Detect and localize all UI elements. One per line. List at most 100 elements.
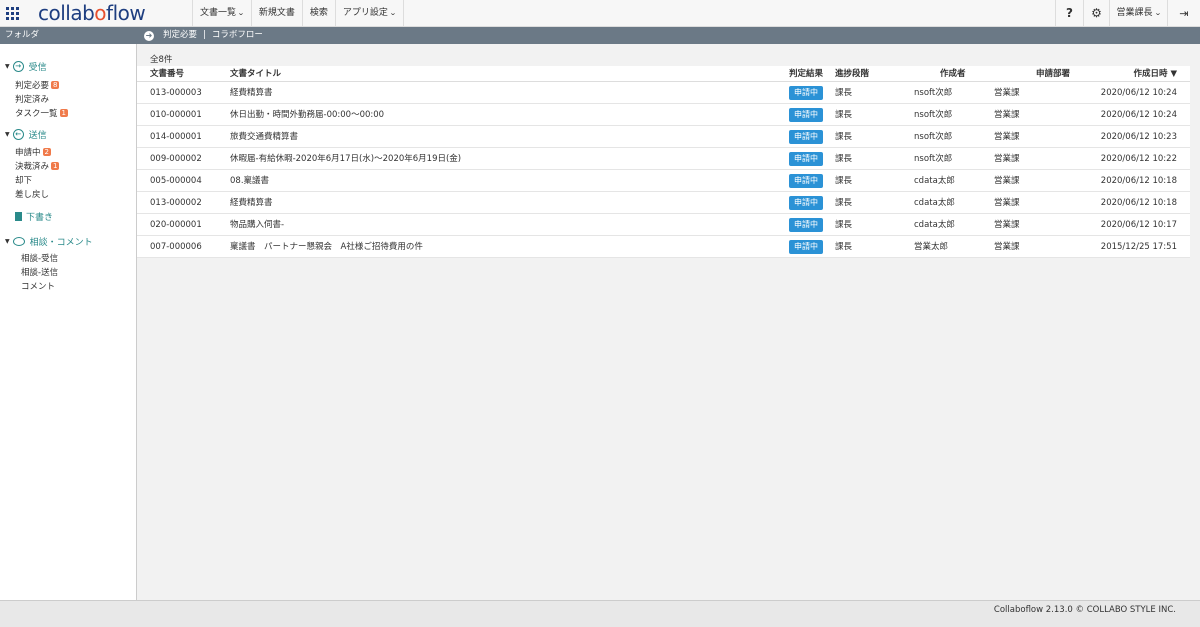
- column-header-author[interactable]: 作成者: [940, 66, 966, 82]
- progress-step: 課長: [835, 132, 853, 142]
- status-badge: 申請中: [789, 152, 823, 166]
- status-badge: 申請中: [789, 240, 823, 254]
- department: 営業課: [994, 220, 1020, 230]
- status-cell: 申請中: [789, 148, 823, 170]
- sidebar-item-consult-received[interactable]: 相談-受信: [21, 252, 58, 264]
- sidebar-item-consult-sent[interactable]: 相談-送信: [21, 266, 58, 278]
- sidebar-section-label: 下書き: [26, 213, 54, 223]
- gear-icon[interactable]: ⚙: [1083, 0, 1109, 27]
- table-row[interactable]: 013-000002 経費精算書 申請中 課長 cdata太郎 営業課 2020/06/12…: [137, 192, 1190, 214]
- sidebar-section-label: 受信: [28, 63, 47, 73]
- document-table: 文書番号 文書タイトル 判定結果 進捗段階 作成者 申請部署 作成日時 ▼ 01…: [137, 66, 1190, 258]
- sidebar-item-label: 判定済み: [15, 95, 50, 105]
- caret-down-icon: ▼: [5, 131, 10, 138]
- column-header-number[interactable]: 文書番号: [150, 66, 184, 82]
- progress-step: 課長: [835, 88, 853, 98]
- status-badge: 申請中: [789, 218, 823, 232]
- document-title: 旅費交通費精算書: [230, 132, 299, 142]
- sidebar: ▼ → 受信 判定必要 8 判定済み タスク一覧 1 ▼ ← 送信 申請中 2 決裁済…: [0, 44, 137, 600]
- logo[interactable]: collaboflow: [38, 2, 146, 24]
- footer-copyright: Collaboflow 2.13.0 © COLLABO STYLE INC.: [993, 605, 1176, 615]
- column-header-department[interactable]: 申請部署: [1036, 66, 1070, 82]
- status-cell: 申請中: [789, 126, 823, 148]
- table-row[interactable]: 014-000001 旅費交通費精算書 申請中 課長 nsoft次郎 営業課 2020/06…: [137, 126, 1190, 148]
- sidebar-item-approved[interactable]: 決裁済み 1: [15, 160, 60, 172]
- table-row[interactable]: 007-000006 稟議書 パートナー懇親会 A社様ご招待費用の件 申請中 課長 営業…: [137, 236, 1190, 258]
- document-title: 物品購入伺書-: [230, 220, 285, 230]
- document-number: 014-000001: [150, 132, 202, 142]
- department: 営業課: [994, 242, 1020, 252]
- status-cell: 申請中: [789, 170, 823, 192]
- user-menu-button[interactable]: 営業課長⌄: [1109, 0, 1167, 27]
- footer: Collaboflow 2.13.0 © COLLABO STYLE INC.: [0, 600, 1200, 627]
- document-icon: [15, 212, 22, 221]
- sidebar-section-drafts[interactable]: 下書き: [15, 210, 53, 223]
- table-row[interactable]: 013-000003 経費精算書 申請中 課長 nsoft次郎 営業課 2020/06/12…: [137, 82, 1190, 104]
- author: 営業太郎: [914, 242, 949, 252]
- sidebar-item-needs-judgment[interactable]: 判定必要 8: [15, 79, 60, 91]
- status-badge: 申請中: [789, 86, 823, 100]
- author: nsoft次郎: [914, 154, 953, 164]
- sidebar-section-label: 相談・コメント: [29, 238, 93, 248]
- sidebar-item-applying[interactable]: 申請中 2: [15, 146, 51, 158]
- caret-down-icon: ▼: [5, 238, 10, 245]
- count-badge: 1: [59, 109, 68, 117]
- department: 営業課: [994, 88, 1020, 98]
- column-header-date[interactable]: 作成日時 ▼: [1134, 66, 1178, 82]
- table-row[interactable]: 020-000001 物品購入伺書- 申請中 課長 cdata太郎 営業課 2020/06/…: [137, 214, 1190, 236]
- status-badge: 申請中: [789, 196, 823, 210]
- sidebar-section-consultation[interactable]: ▼ 相談・コメント: [5, 235, 93, 248]
- department: 営業課: [994, 132, 1020, 142]
- sidebar-item-comments[interactable]: コメント: [21, 280, 55, 292]
- status-cell: 申請中: [789, 82, 823, 104]
- sidebar-item-label: 却下: [15, 176, 33, 186]
- table-row[interactable]: 005-000004 08.稟議書 申請中 課長 cdata太郎 営業課 2020/06/1…: [137, 170, 1190, 192]
- document-number: 020-000001: [150, 220, 202, 230]
- created-date: 2020/06/12 10:18: [1100, 198, 1177, 208]
- author: cdata太郎: [914, 198, 955, 208]
- sidebar-item-returned[interactable]: 差し戻し: [15, 188, 49, 200]
- top-nav-item-0[interactable]: 文書一覧⌄: [192, 0, 251, 27]
- sidebar-section-sent[interactable]: ▼ ← 送信: [5, 128, 47, 141]
- top-right-controls: ? ⚙ 営業課長⌄ ⇥: [1055, 0, 1200, 27]
- table-row[interactable]: 009-000002 休暇届-有給休暇-2020年6月17日(水)〜2020年6月…: [137, 148, 1190, 170]
- breadcrumb-item-app: コラボフロー: [211, 30, 263, 40]
- document-title: 休暇届-有給休暇-2020年6月17日(水)〜2020年6月19日(金): [230, 154, 462, 164]
- sidebar-item-label: 申請中: [15, 148, 41, 158]
- sidebar-item-task-list[interactable]: タスク一覧 1: [15, 107, 68, 119]
- sidebar-item-label: 判定必要: [15, 81, 50, 91]
- column-header-step[interactable]: 進捗段階: [835, 66, 869, 82]
- logout-icon[interactable]: ⇥: [1167, 0, 1200, 27]
- result-count: 全8件: [150, 55, 173, 65]
- status-badge: 申請中: [789, 108, 823, 122]
- document-number: 009-000002: [150, 154, 202, 164]
- top-bar: collaboflow 文書一覧⌄ 新規文書 検索 アプリ設定⌄ ? ⚙ 営業課長⌄ …: [0, 0, 1200, 27]
- sidebar-item-judged[interactable]: 判定済み: [15, 93, 49, 105]
- status-badge: 申請中: [789, 174, 823, 188]
- created-date: 2020/06/12 10:23: [1100, 132, 1177, 142]
- document-title: 稟議書 パートナー懇親会 A社様ご招待費用の件: [230, 242, 423, 252]
- count-badge: 1: [51, 162, 60, 170]
- author: cdata太郎: [914, 220, 955, 230]
- table-row[interactable]: 010-000001 休日出勤・時間外勤務届-00:00〜00:00 申請中 課長 ns…: [137, 104, 1190, 126]
- top-nav-item-2[interactable]: 検索: [301, 0, 335, 27]
- author: cdata太郎: [914, 176, 955, 186]
- column-header-title[interactable]: 文書タイトル: [230, 66, 281, 82]
- progress-step: 課長: [835, 154, 853, 164]
- top-nav-item-3[interactable]: アプリ設定⌄: [334, 0, 404, 27]
- arrow-left-circle-icon: ←: [12, 129, 24, 140]
- app-grid-icon[interactable]: [6, 7, 19, 20]
- sidebar-section-inbox[interactable]: ▼ → 受信: [5, 60, 47, 73]
- table-body: 013-000003 経費精算書 申請中 課長 nsoft次郎 営業課 2020/06/12…: [137, 82, 1190, 258]
- status-cell: 申請中: [789, 104, 823, 126]
- document-title: 休日出勤・時間外勤務届-00:00〜00:00: [230, 110, 385, 120]
- sidebar-item-rejected[interactable]: 却下: [15, 174, 32, 186]
- document-number: 010-000001: [150, 110, 202, 120]
- sidebar-item-label: 相談-送信: [21, 268, 59, 278]
- help-button[interactable]: ?: [1055, 0, 1083, 27]
- chevron-down-icon: ⌄: [237, 9, 245, 17]
- column-header-result[interactable]: 判定結果: [789, 66, 823, 82]
- top-nav-item-1[interactable]: 新規文書: [250, 0, 302, 27]
- top-nav-label: 新規文書: [258, 8, 295, 18]
- top-nav-label: 検索: [309, 8, 328, 18]
